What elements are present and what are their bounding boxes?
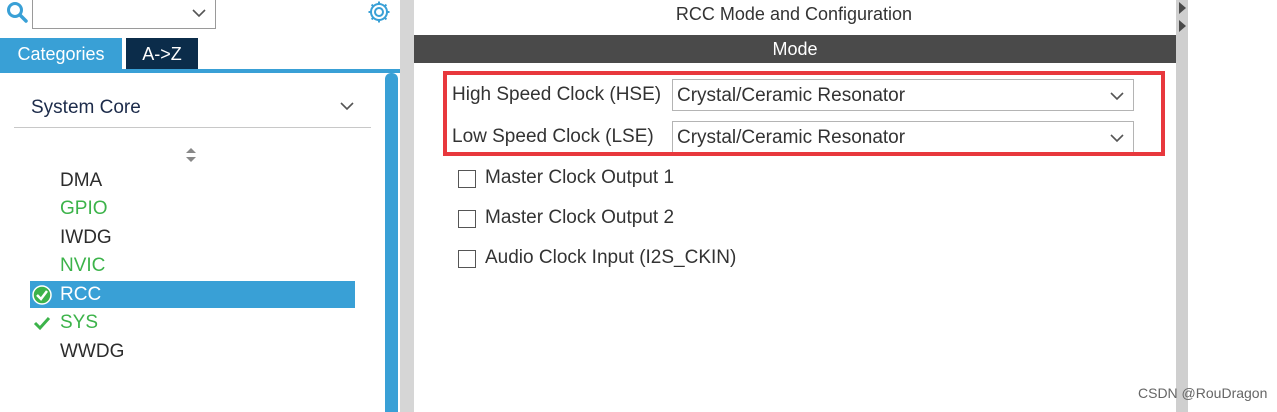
list-item-label: DMA	[60, 170, 103, 191]
tab-underline	[0, 69, 400, 73]
search-combo[interactable]	[32, 0, 216, 29]
checkbox[interactable]	[458, 170, 476, 188]
list-item-label: GPIO	[60, 198, 108, 219]
list-item-label: RCC	[60, 284, 102, 305]
checkbox[interactable]	[458, 210, 476, 228]
checkbox-label: Audio Clock Input (I2S_CKIN)	[485, 247, 737, 268]
list-item-label: SYS	[60, 312, 99, 333]
checkbox-label: Master Clock Output 2	[485, 207, 675, 228]
list-item-rcc[interactable]: RCC	[30, 281, 355, 308]
category-label: System Core	[31, 97, 141, 118]
checkbox-label: Master Clock Output 1	[485, 167, 675, 188]
list-item-label: IWDG	[60, 227, 112, 248]
check-circle-icon	[32, 285, 52, 305]
highlight-box	[443, 71, 1165, 156]
list-item-dma[interactable]: DMA	[30, 167, 355, 194]
vertical-scrollbar[interactable]	[385, 73, 398, 412]
chevron-down-icon	[192, 9, 206, 18]
list-item-sys[interactable]: SYS	[30, 309, 355, 336]
list-item-gpio[interactable]: GPIO	[30, 195, 355, 222]
checkbox[interactable]	[458, 250, 476, 268]
watermark: CSDN @RouDragon	[1138, 385, 1268, 401]
check-icon	[33, 316, 51, 331]
gear-icon[interactable]	[367, 0, 391, 24]
chevron-down-icon	[340, 102, 354, 111]
tab-a-to-z[interactable]: A->Z	[126, 38, 198, 70]
search-icon[interactable]	[6, 1, 28, 23]
list-item-iwdg[interactable]: IWDG	[30, 224, 355, 251]
list-item-nvic[interactable]: NVIC	[30, 252, 355, 279]
list-item-label: WWDG	[60, 341, 125, 362]
collapse-arrow-icon[interactable]	[1177, 0, 1188, 36]
left-panel: Categories A->Z System Core DMA GPIO IWD…	[0, 0, 400, 412]
page-title: RCC Mode and Configuration	[675, 4, 913, 24]
list-item-label: NVIC	[60, 255, 106, 276]
tab-categories[interactable]: Categories	[0, 38, 122, 70]
panel-splitter[interactable]	[400, 0, 414, 412]
sort-icon[interactable]	[184, 146, 198, 164]
right-splitter[interactable]	[1176, 0, 1188, 412]
list-item-wwdg[interactable]: WWDG	[30, 338, 355, 365]
mode-section-header[interactable]: Mode	[414, 35, 1176, 63]
category-dropdown[interactable]: System Core	[14, 90, 371, 128]
